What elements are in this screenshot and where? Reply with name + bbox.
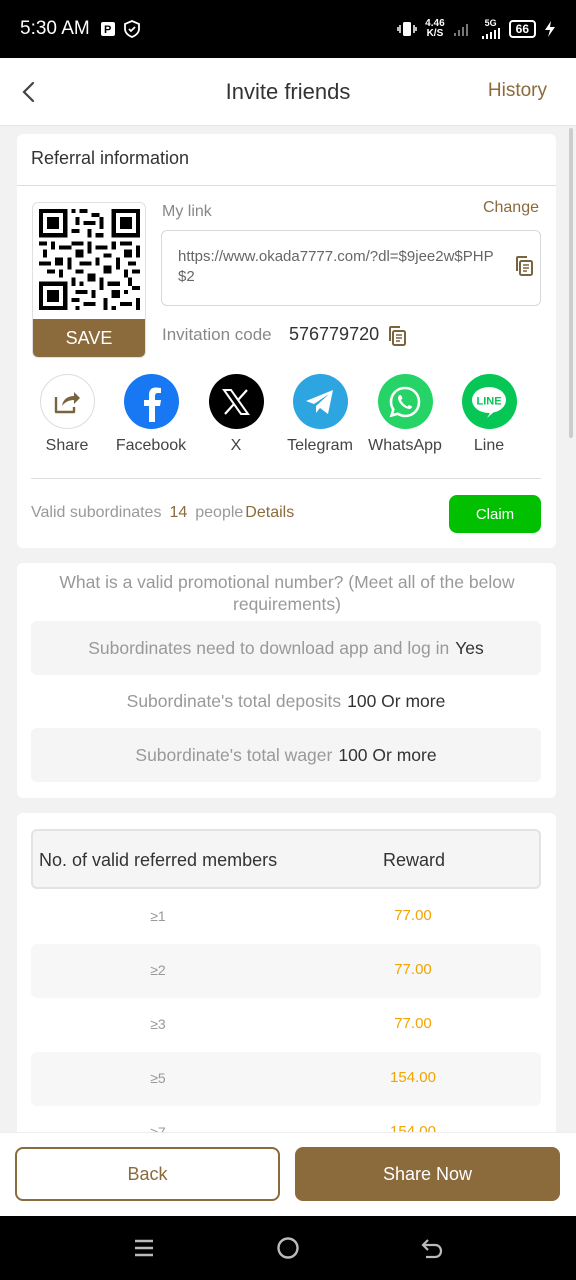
back-arrow-icon[interactable] bbox=[16, 78, 44, 106]
whatsapp-icon bbox=[377, 374, 433, 429]
facebook-icon bbox=[123, 374, 179, 429]
battery-indicator: 66 bbox=[508, 20, 536, 38]
requirements-question: What is a valid promotional number? (Mee… bbox=[59, 572, 515, 614]
signal-icon bbox=[453, 24, 468, 36]
recent-apps-icon[interactable] bbox=[132, 1236, 156, 1260]
change-link[interactable]: Change bbox=[483, 199, 539, 217]
claim-button[interactable]: Claim bbox=[449, 495, 541, 533]
system-back-icon[interactable] bbox=[420, 1236, 444, 1260]
x-icon bbox=[208, 374, 264, 429]
charging-icon bbox=[545, 21, 555, 37]
qr-code-image bbox=[39, 209, 140, 310]
svg-text:LINE: LINE bbox=[476, 395, 501, 407]
save-qr-button[interactable]: SAVE bbox=[33, 319, 145, 357]
scrollbar[interactable] bbox=[569, 128, 573, 438]
history-link[interactable]: History bbox=[488, 80, 547, 102]
share-option-share[interactable]: Share bbox=[25, 374, 109, 455]
qr-code: SAVE bbox=[32, 202, 146, 358]
divider bbox=[17, 185, 556, 186]
requirements-card: What is a valid promotional number? (Mee… bbox=[17, 563, 556, 798]
shield-icon bbox=[123, 20, 140, 38]
valid-subordinates-label: Valid subordinates bbox=[31, 504, 162, 521]
share-icon bbox=[39, 374, 95, 429]
invitation-code-label: Invitation code bbox=[162, 325, 272, 344]
divider bbox=[31, 478, 541, 479]
column-header-members: No. of valid referred members bbox=[39, 850, 278, 870]
home-icon[interactable] bbox=[276, 1236, 300, 1260]
my-link-label: My link bbox=[162, 203, 212, 220]
requirement-row: Subordinates need to download app and lo… bbox=[31, 621, 541, 675]
table-header: No. of valid referred members Reward bbox=[31, 829, 541, 889]
valid-subordinates-count: 14 bbox=[169, 504, 188, 521]
share-option-x[interactable]: X bbox=[194, 374, 278, 455]
requirement-row: Subordinate's total deposits 100 Or more bbox=[126, 690, 446, 711]
network-type: 5G bbox=[481, 19, 501, 39]
back-button[interactable]: Back bbox=[15, 1147, 280, 1201]
referral-title: Referral information bbox=[31, 148, 190, 168]
valid-subordinates-row: Valid subordinates 14 people Details bbox=[31, 504, 294, 522]
column-header-reward: Reward bbox=[383, 850, 446, 870]
valid-subordinates-unit: people bbox=[195, 504, 244, 521]
table-row: ≥5 154.00 bbox=[31, 1052, 541, 1106]
vibrate-icon bbox=[397, 22, 417, 36]
referral-card: Referral information SAVE My link Change… bbox=[17, 134, 556, 548]
referral-link-text: https://www.okada7777.com/?dl=$9jee2w$PH… bbox=[178, 248, 494, 285]
referral-link-box[interactable]: https://www.okada7777.com/?dl=$9jee2w$PH… bbox=[161, 230, 541, 306]
table-row: ≥1 77.00 bbox=[150, 907, 432, 924]
network-speed: 4.46 K/S bbox=[425, 18, 445, 39]
share-option-line[interactable]: LINE Line bbox=[447, 374, 531, 455]
share-option-whatsapp[interactable]: WhatsApp bbox=[363, 374, 447, 455]
table-row: ≥2 77.00 bbox=[31, 944, 541, 998]
share-option-facebook[interactable]: Facebook bbox=[109, 374, 193, 455]
svg-text:P: P bbox=[104, 24, 111, 36]
telegram-icon bbox=[292, 374, 348, 429]
table-row: ≥3 77.00 bbox=[150, 1015, 432, 1032]
notification-p-icon: P bbox=[100, 22, 115, 36]
header: Invite friends History bbox=[0, 58, 576, 126]
status-bar: 5:30 AM P 4.46 K/S 5G 66 bbox=[0, 0, 576, 58]
status-time: 5:30 AM bbox=[20, 18, 90, 39]
line-icon: LINE bbox=[461, 374, 517, 429]
share-options: Share Facebook X Telegram WhatsApp LINE … bbox=[17, 374, 556, 464]
copy-link-icon[interactable] bbox=[514, 255, 534, 277]
invitation-code: 576779720 bbox=[289, 324, 380, 344]
requirement-row: Subordinate's total wager 100 Or more bbox=[31, 728, 541, 782]
copy-code-icon[interactable] bbox=[387, 325, 407, 347]
share-option-telegram[interactable]: Telegram bbox=[278, 374, 362, 455]
system-nav-bar bbox=[0, 1216, 576, 1280]
bottom-action-bar: Back Share Now bbox=[0, 1132, 576, 1216]
reward-table-card: No. of valid referred members Reward ≥1 … bbox=[17, 813, 556, 1143]
share-now-button[interactable]: Share Now bbox=[295, 1147, 560, 1201]
details-link[interactable]: Details bbox=[245, 504, 294, 522]
